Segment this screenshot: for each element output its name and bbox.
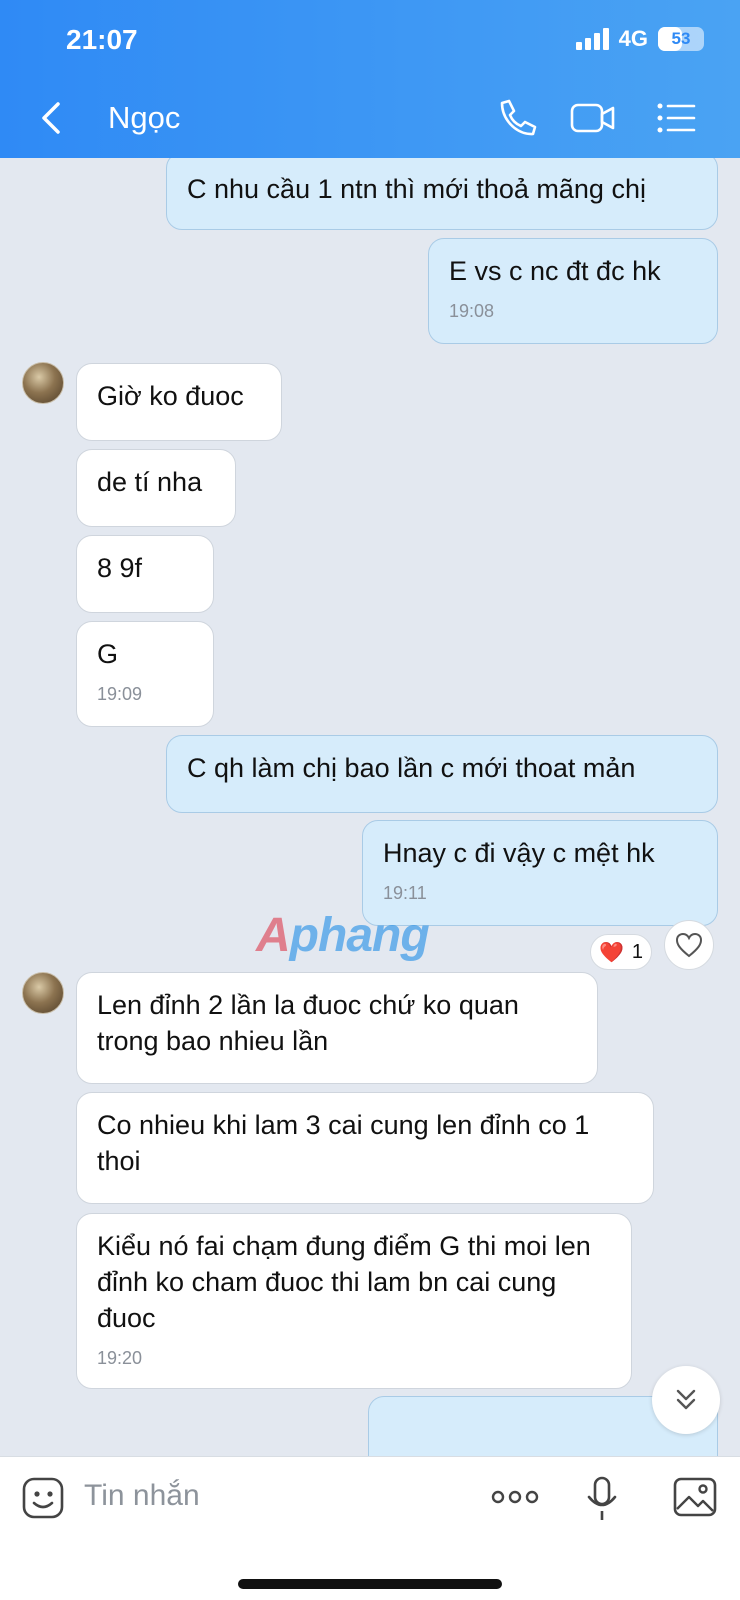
battery-level: 53 <box>671 29 691 48</box>
home-indicator <box>238 1579 502 1589</box>
message-bubble-incoming[interactable]: Giờ ko đuoc <box>76 363 282 441</box>
image-gallery-icon[interactable] <box>672 1475 718 1519</box>
reaction-badge[interactable]: ❤️ 1 <box>590 934 652 970</box>
more-options-icon[interactable] <box>490 1487 540 1507</box>
network-type: 4G <box>618 26 648 51</box>
message-text: Giờ ko đuoc <box>97 381 244 411</box>
message-text: Hnay c đi vậy c mệt hk <box>383 838 655 868</box>
message-time: 19:11 <box>383 883 427 903</box>
message-bubble-outgoing[interactable]: C nhu cầu 1 ntn thì mới thoả mãng chị <box>166 158 718 230</box>
message-bubble-incoming[interactable]: G 19:09 <box>76 621 214 727</box>
message-text: C qh làm chị bao lần c mới thoat mản <box>187 753 636 783</box>
message-bubble-incoming[interactable]: Kiểu nó fai chạm đung điểm G thi moi len… <box>76 1213 632 1389</box>
double-chevron-down-icon <box>676 1389 696 1410</box>
heart-outline-icon <box>675 932 703 958</box>
video-call-icon[interactable] <box>570 96 616 140</box>
battery-icon: 53 <box>658 27 704 51</box>
microphone-icon[interactable] <box>586 1475 618 1523</box>
chat-header: 21:07 4G 53 Ngọc <box>0 0 740 158</box>
contact-name[interactable]: Ngọc <box>108 100 180 136</box>
message-text: C nhu cầu 1 ntn thì mới thoả mãng chị <box>187 174 646 204</box>
message-bubble-outgoing[interactable]: C qh làm chị bao lần c mới thoat mản <box>166 735 718 813</box>
message-input-bar: Tin nhắn <box>0 1456 740 1600</box>
message-text: Len đỉnh 2 lần la đuoc chứ ko quan trong… <box>97 990 519 1056</box>
message-bubble-outgoing[interactable]: E vs c nc đt đc hk 19:08 <box>428 238 718 344</box>
message-list[interactable]: C nhu cầu 1 ntn thì mới thoả mãng chị E … <box>0 158 740 1456</box>
message-text: de tí nha <box>97 467 203 497</box>
message-bubble-incoming[interactable]: 8 9f <box>76 535 214 613</box>
reaction-count: 1 <box>631 940 644 963</box>
avatar[interactable] <box>22 972 64 1014</box>
message-input[interactable]: Tin nhắn <box>84 1479 200 1513</box>
status-time: 21:07 <box>66 24 138 55</box>
message-time: 19:09 <box>97 684 143 704</box>
phone-icon[interactable] <box>492 96 538 140</box>
message-text: Co nhieu khi lam 3 cai cung len đỉnh co … <box>97 1110 590 1176</box>
message-text: G <box>97 639 119 669</box>
scroll-to-bottom-button[interactable] <box>652 1366 720 1434</box>
message-bubble-incoming[interactable]: Len đỉnh 2 lần la đuoc chứ ko quan trong… <box>76 972 598 1084</box>
message-text: 8 9f <box>97 553 143 583</box>
menu-list-icon[interactable] <box>654 96 700 140</box>
back-icon[interactable] <box>36 96 68 140</box>
status-indicators: 4G 53 <box>575 26 704 52</box>
message-bubble-outgoing[interactable]: Hnay c đi vậy c mệt hk 19:11 <box>362 820 718 926</box>
message-bubble-incoming[interactable]: Co nhieu khi lam 3 cai cung len đỉnh co … <box>76 1092 654 1204</box>
react-heart-button[interactable] <box>664 920 714 970</box>
sticker-icon[interactable] <box>20 1475 66 1521</box>
message-text: E vs c nc đt đc hk <box>449 256 661 286</box>
message-bubble-incoming[interactable]: de tí nha <box>76 449 236 527</box>
message-time: 19:20 <box>97 1348 143 1368</box>
message-time: 19:08 <box>449 301 495 321</box>
signal-icon <box>575 28 609 50</box>
message-text: Kiểu nó fai chạm đung điểm G thi moi len… <box>97 1231 591 1333</box>
avatar[interactable] <box>22 362 64 404</box>
heart-reaction-icon: ❤️ <box>598 941 624 964</box>
